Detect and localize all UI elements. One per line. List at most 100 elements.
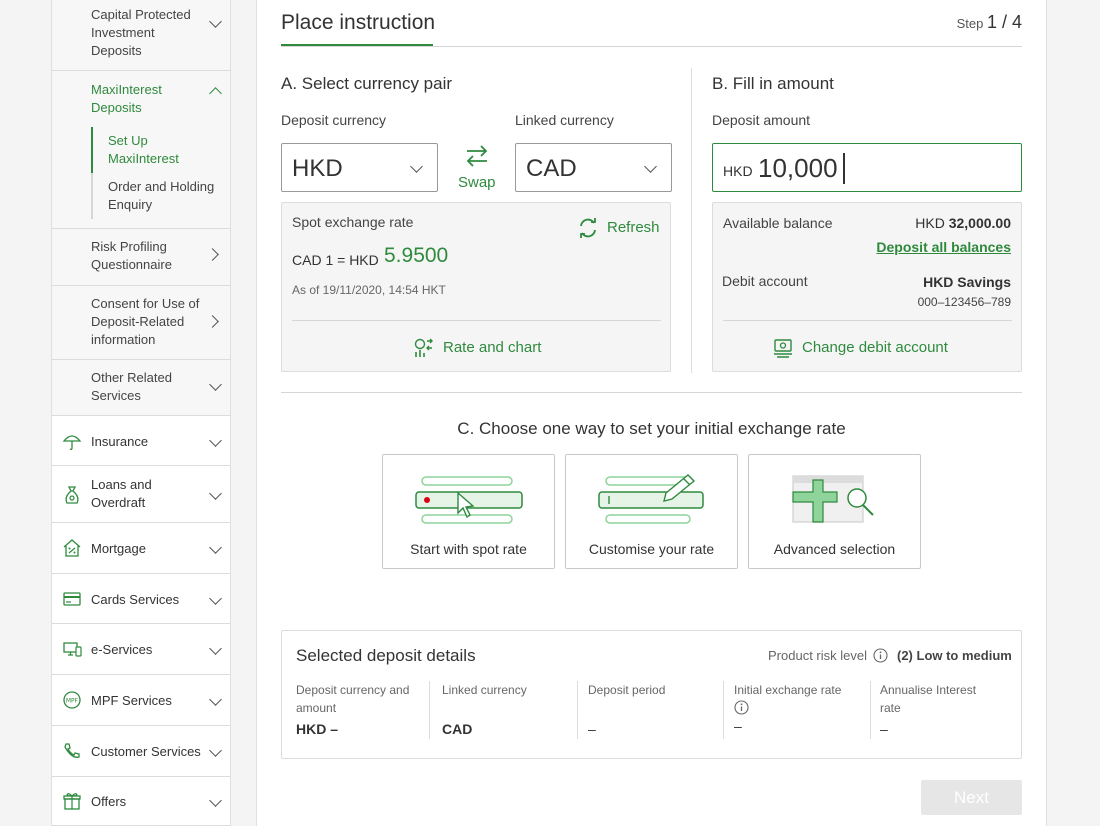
sidebar-item-customer-services[interactable]: Customer Services bbox=[52, 726, 230, 777]
column-divider bbox=[577, 681, 578, 739]
detail-col-label: Linked currency bbox=[442, 683, 527, 697]
credit-card-icon bbox=[63, 592, 81, 606]
divider bbox=[281, 46, 1022, 47]
sidebar-item-label: Customer Services bbox=[91, 744, 201, 759]
sidebar-item-label: Cards Services bbox=[91, 592, 180, 607]
risk-level-label: Product risk level bbox=[768, 648, 867, 663]
advanced-selection-illustration-icon bbox=[792, 475, 874, 523]
sidebar-item-offers[interactable]: Offers bbox=[52, 777, 230, 826]
swap-icon bbox=[466, 145, 488, 167]
detail-col-label: Initial exchange rate bbox=[734, 683, 842, 697]
sidebar-item-risk-profiling[interactable]: Risk Profiling Questionnaire bbox=[52, 229, 230, 286]
change-debit-account-link[interactable]: Change debit account bbox=[772, 336, 962, 360]
sidebar-item-capital-protected[interactable]: Capital Protected Investment Deposits bbox=[52, 0, 230, 71]
sidebar-item-other-related[interactable]: Other Related Services bbox=[52, 360, 230, 416]
detail-col-value: – bbox=[588, 721, 596, 737]
sidebar-item-label: Offers bbox=[91, 794, 127, 809]
deposit-amount-label: Deposit amount bbox=[712, 112, 811, 128]
account-icon bbox=[774, 339, 792, 358]
active-indicator bbox=[91, 127, 93, 173]
chevron-down-icon bbox=[209, 541, 222, 554]
risk-level-value: (2) Low to medium bbox=[897, 648, 1012, 663]
deposit-all-link[interactable]: Deposit all balances bbox=[876, 239, 1011, 255]
balance-card: Available balance HKD 32,000.00 Deposit … bbox=[712, 202, 1022, 372]
chevron-right-icon bbox=[206, 315, 219, 328]
chevron-down-icon bbox=[209, 487, 222, 500]
spot-rate-label: Spot exchange rate bbox=[292, 214, 414, 230]
selected-deposit-details: Selected deposit details Product risk le… bbox=[281, 630, 1022, 759]
phone-icon bbox=[64, 743, 80, 758]
linked-currency-select[interactable]: CAD bbox=[515, 143, 672, 192]
step-indicator: Step 1 / 4 bbox=[957, 12, 1022, 33]
next-button[interactable]: Next bbox=[921, 780, 1022, 815]
option-label: Start with spot rate bbox=[410, 541, 527, 557]
amount-currency: HKD bbox=[723, 163, 753, 179]
swap-button[interactable]: Swap bbox=[452, 143, 502, 193]
chevron-down-icon bbox=[209, 15, 222, 28]
sidebar-item-maxiinterest[interactable]: MaxiInterest Deposits Set Up MaxiInteres… bbox=[52, 71, 230, 229]
sidebar-subitem-set-up[interactable]: Set Up MaxiInterest bbox=[91, 127, 230, 173]
refresh-label: Refresh bbox=[607, 219, 660, 236]
sidebar-subitem-label: Order and Holding Enquiry bbox=[108, 179, 215, 212]
spot-rate-illustration-icon bbox=[415, 476, 523, 524]
sidebar-item-mortgage[interactable]: Mortgage bbox=[52, 523, 230, 574]
detail-col-period: Deposit period – bbox=[588, 681, 703, 737]
swap-label: Swap bbox=[458, 174, 496, 191]
linked-currency-value: CAD bbox=[526, 155, 577, 182]
detail-col-value: CAD bbox=[442, 721, 473, 737]
sidebar-item-label: Loans and Overdraft bbox=[91, 477, 152, 510]
refresh-icon bbox=[580, 218, 596, 238]
deposit-currency-select[interactable]: HKD bbox=[281, 143, 438, 192]
chevron-down-icon bbox=[209, 642, 222, 655]
column-divider bbox=[723, 681, 724, 739]
deposit-currency-value: HKD bbox=[292, 155, 343, 182]
step-value: 1 / 4 bbox=[986, 12, 1022, 32]
rate-and-chart-label: Rate and chart bbox=[443, 339, 542, 356]
detail-col-value: – bbox=[734, 718, 742, 734]
linked-currency-label: Linked currency bbox=[515, 112, 614, 128]
sidebar-item-label: MaxiInterest Deposits bbox=[91, 82, 162, 115]
text-cursor bbox=[843, 153, 845, 184]
sidebar-item-loans[interactable]: Loans and Overdraft bbox=[52, 466, 230, 523]
sidebar-subitem-label: Set Up MaxiInterest bbox=[108, 133, 179, 166]
sidebar-subitem-order-holding[interactable]: Order and Holding Enquiry bbox=[91, 173, 230, 219]
rate-and-chart-link[interactable]: Rate and chart bbox=[413, 336, 553, 360]
option-customise-rate[interactable]: Customise your rate bbox=[565, 454, 738, 569]
svg-text:MPF: MPF bbox=[66, 698, 79, 705]
chevron-down-icon bbox=[209, 693, 222, 706]
debit-account-label: Debit account bbox=[722, 273, 808, 289]
sidebar-item-mpf[interactable]: MPF MPF Services bbox=[52, 675, 230, 726]
option-spot-rate[interactable]: Start with spot rate bbox=[382, 454, 555, 569]
sidebar-item-label: Insurance bbox=[91, 434, 149, 449]
chevron-right-icon bbox=[206, 248, 219, 261]
deposit-amount-input[interactable]: HKD 10,000 bbox=[712, 143, 1022, 192]
chevron-down-icon bbox=[209, 378, 222, 391]
house-percent-icon bbox=[63, 539, 81, 557]
page-title: Place instruction bbox=[281, 11, 436, 34]
sidebar-item-label: Risk Profiling Questionnaire bbox=[91, 239, 172, 272]
debit-account-number: 000–123456–789 bbox=[917, 295, 1011, 309]
refresh-button[interactable]: Refresh bbox=[577, 216, 665, 240]
mpf-icon: MPF bbox=[63, 691, 81, 709]
money-bag-icon bbox=[65, 486, 79, 504]
detail-col-label: Deposit currency and amount bbox=[296, 683, 410, 715]
step-label: Step bbox=[956, 16, 984, 31]
info-icon[interactable] bbox=[873, 648, 888, 663]
rate-pair: CAD 1 = HKD bbox=[292, 252, 379, 268]
sidebar-item-label: e-Services bbox=[91, 642, 153, 657]
gift-icon bbox=[63, 793, 81, 810]
divider bbox=[723, 320, 1012, 321]
chart-icon bbox=[414, 338, 433, 357]
sidebar-item-eservices[interactable]: e-Services bbox=[52, 624, 230, 675]
sidebar-item-insurance[interactable]: Insurance bbox=[52, 416, 230, 466]
column-divider bbox=[429, 681, 430, 739]
sidebar-item-consent[interactable]: Consent for Use of Deposit-Related infor… bbox=[52, 286, 230, 360]
sidebar-item-label: MPF Services bbox=[91, 693, 172, 708]
available-balance-label: Available balance bbox=[723, 215, 833, 231]
sidebar-item-cards[interactable]: Cards Services bbox=[52, 574, 230, 624]
divider bbox=[281, 392, 1022, 393]
option-advanced-selection[interactable]: Advanced selection bbox=[748, 454, 921, 569]
customise-rate-illustration-icon bbox=[598, 474, 704, 524]
chevron-down-icon bbox=[209, 592, 222, 605]
info-icon[interactable] bbox=[734, 700, 749, 715]
